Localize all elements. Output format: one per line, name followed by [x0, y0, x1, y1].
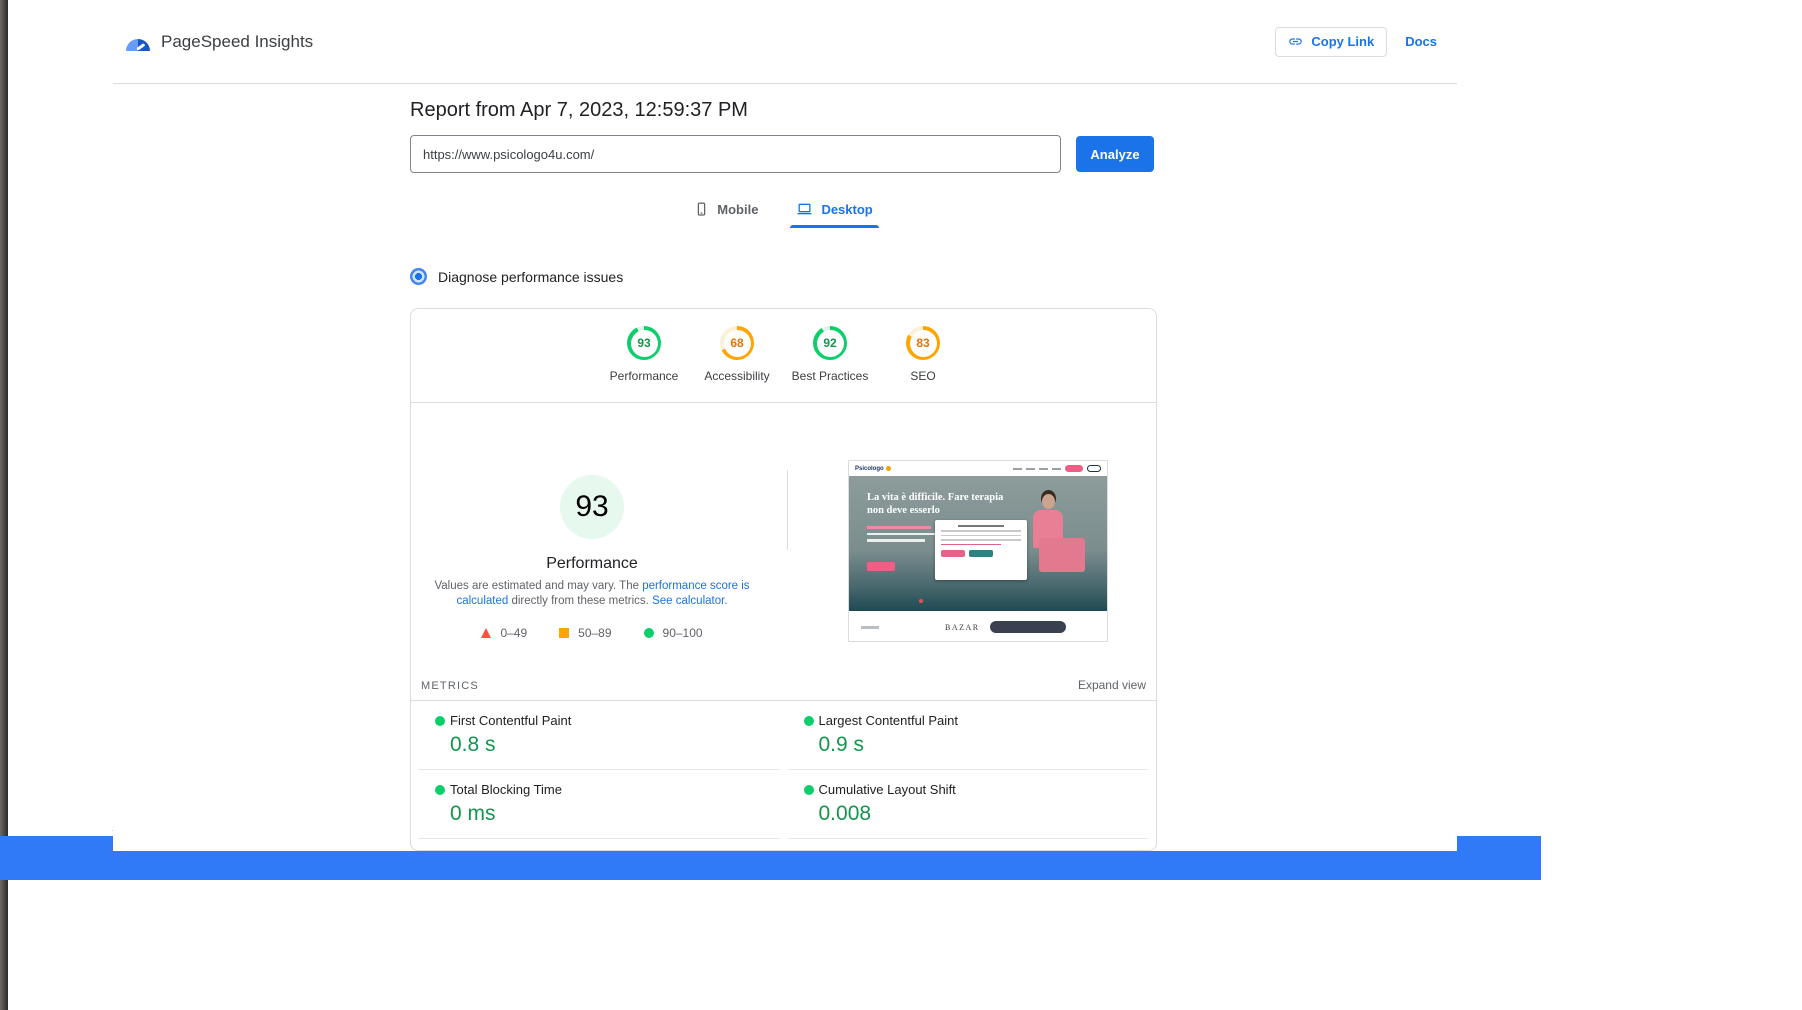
expand-view-link[interactable]: Expand view [1078, 678, 1146, 692]
metric-status-icon [435, 785, 445, 795]
report-title: Report from Apr 7, 2023, 12:59:37 PM [410, 99, 1157, 122]
thumb-brand-dot-icon [886, 466, 891, 471]
thumb-red-dot [919, 599, 923, 603]
top-bar: PageSpeed Insights Copy Link Docs [113, 0, 1457, 84]
metrics-grid: First Contentful Paint 0.8 s Largest Con… [411, 701, 1156, 851]
good-range-circle-icon [644, 628, 654, 638]
docs-link[interactable]: Docs [1405, 34, 1437, 49]
score-seo[interactable]: 83 SEO [877, 326, 970, 402]
metric-cumulative-layout-shift[interactable]: Cumulative Layout Shift 0.008 [788, 770, 1149, 839]
accessibility-score-gauge: 68 [720, 326, 754, 360]
pagespeed-gauge-icon [125, 36, 151, 51]
thumb-modal-pink-button [941, 550, 965, 557]
thumb-footer: BAZAR [849, 611, 1107, 642]
analyze-button[interactable]: Analyze [1076, 136, 1154, 172]
url-analyze-row: Analyze [410, 135, 1157, 173]
tab-desktop[interactable]: Desktop [790, 197, 878, 228]
device-tabs: Mobile Desktop [410, 197, 1157, 228]
performance-main-gauge: 93 [554, 469, 630, 545]
site-screenshot-thumbnail[interactable]: Psicologo La vita è difficile. Fare tera… [848, 460, 1108, 642]
tab-desktop-label: Desktop [821, 202, 872, 217]
desktop-laptop-icon [796, 201, 813, 217]
thumb-nav-cta-pill [1065, 465, 1083, 472]
thumb-nav-outline-pill [1087, 465, 1101, 472]
app-title: PageSpeed Insights [161, 32, 313, 52]
link-icon [1288, 34, 1303, 49]
best-practices-score-gauge: 92 [813, 326, 847, 360]
thumb-hero: La vita è difficile. Fare terapia non de… [849, 476, 1107, 611]
thumb-press-logo-bar [861, 626, 879, 629]
legend-average: 50–89 [559, 626, 611, 640]
tab-mobile[interactable]: Mobile [688, 197, 764, 228]
diagnose-target-icon [410, 268, 427, 285]
see-calculator-link[interactable]: See calculator. [652, 595, 727, 607]
thumb-headline: La vita è difficile. Fare terapia non de… [867, 492, 1022, 517]
report-card: 93 Performance 68 Accessibility 92 Best … [410, 308, 1157, 851]
thumb-dark-button [990, 621, 1066, 633]
poor-range-triangle-icon [481, 628, 491, 638]
diagnose-label: Diagnose performance issues [438, 269, 623, 285]
metric-status-icon [435, 716, 445, 726]
thumb-hero-cta-button [867, 562, 895, 571]
copy-link-label: Copy Link [1311, 34, 1374, 49]
metrics-heading: METRICS [421, 680, 479, 692]
legend-poor: 0–49 [481, 626, 527, 640]
metric-first-contentful-paint[interactable]: First Contentful Paint 0.8 s [419, 701, 780, 770]
column-divider [787, 470, 788, 550]
score-range-legend: 0–49 50–89 90–100 [411, 626, 773, 640]
metric-total-blocking-time[interactable]: Total Blocking Time 0 ms [419, 770, 780, 839]
score-accessibility[interactable]: 68 Accessibility [691, 326, 784, 402]
thumb-site-header: Psicologo [849, 461, 1107, 476]
url-input[interactable] [410, 135, 1061, 173]
thumb-chair-illustration [1039, 538, 1085, 572]
metric-status-icon [804, 785, 814, 795]
pagespeed-insights-app: PageSpeed Insights Copy Link Docs Report… [113, 0, 1457, 851]
diagnose-section-header: Diagnose performance issues [410, 268, 1157, 285]
main-content: Report from Apr 7, 2023, 12:59:37 PM Ana… [410, 99, 1157, 851]
score-best-practices[interactable]: 92 Best Practices [784, 326, 877, 402]
metric-speed-index[interactable]: Speed Index 2.5 s [419, 839, 780, 851]
average-range-square-icon [559, 628, 569, 638]
score-performance[interactable]: 93 Performance [598, 326, 691, 402]
thumb-press-text: BAZAR [945, 623, 980, 632]
performance-score-gauge: 93 [627, 326, 661, 360]
performance-gauge-column: 93 Performance Values are estimated and … [411, 403, 773, 640]
performance-detail-section: 93 Performance Values are estimated and … [411, 403, 1156, 678]
metric-largest-contentful-paint[interactable]: Largest Contentful Paint 0.9 s [788, 701, 1149, 770]
copy-link-button[interactable]: Copy Link [1275, 27, 1387, 57]
top-bar-actions: Copy Link Docs [1275, 27, 1437, 57]
app-logo[interactable]: PageSpeed Insights [125, 32, 313, 52]
seo-score-gauge: 83 [906, 326, 940, 360]
thumb-modal-teal-button [969, 550, 993, 557]
mobile-phone-icon [694, 201, 709, 217]
category-scores-row: 93 Performance 68 Accessibility 92 Best … [411, 309, 1156, 403]
score-disclaimer: Values are estimated and may vary. The p… [434, 579, 750, 609]
thumb-person-illustration [1042, 494, 1055, 509]
performance-gauge-label: Performance [411, 555, 773, 573]
metrics-header: METRICS Expand view [411, 678, 1156, 701]
tab-mobile-label: Mobile [717, 202, 758, 217]
legend-good: 90–100 [644, 626, 703, 640]
metric-empty-cell [788, 839, 1149, 851]
metric-status-icon [804, 716, 814, 726]
thumb-site-brand: Psicologo [855, 466, 891, 472]
thumb-modal-dialog [935, 520, 1027, 580]
thumb-text-lines [867, 526, 941, 542]
thumb-site-nav [1013, 465, 1101, 472]
